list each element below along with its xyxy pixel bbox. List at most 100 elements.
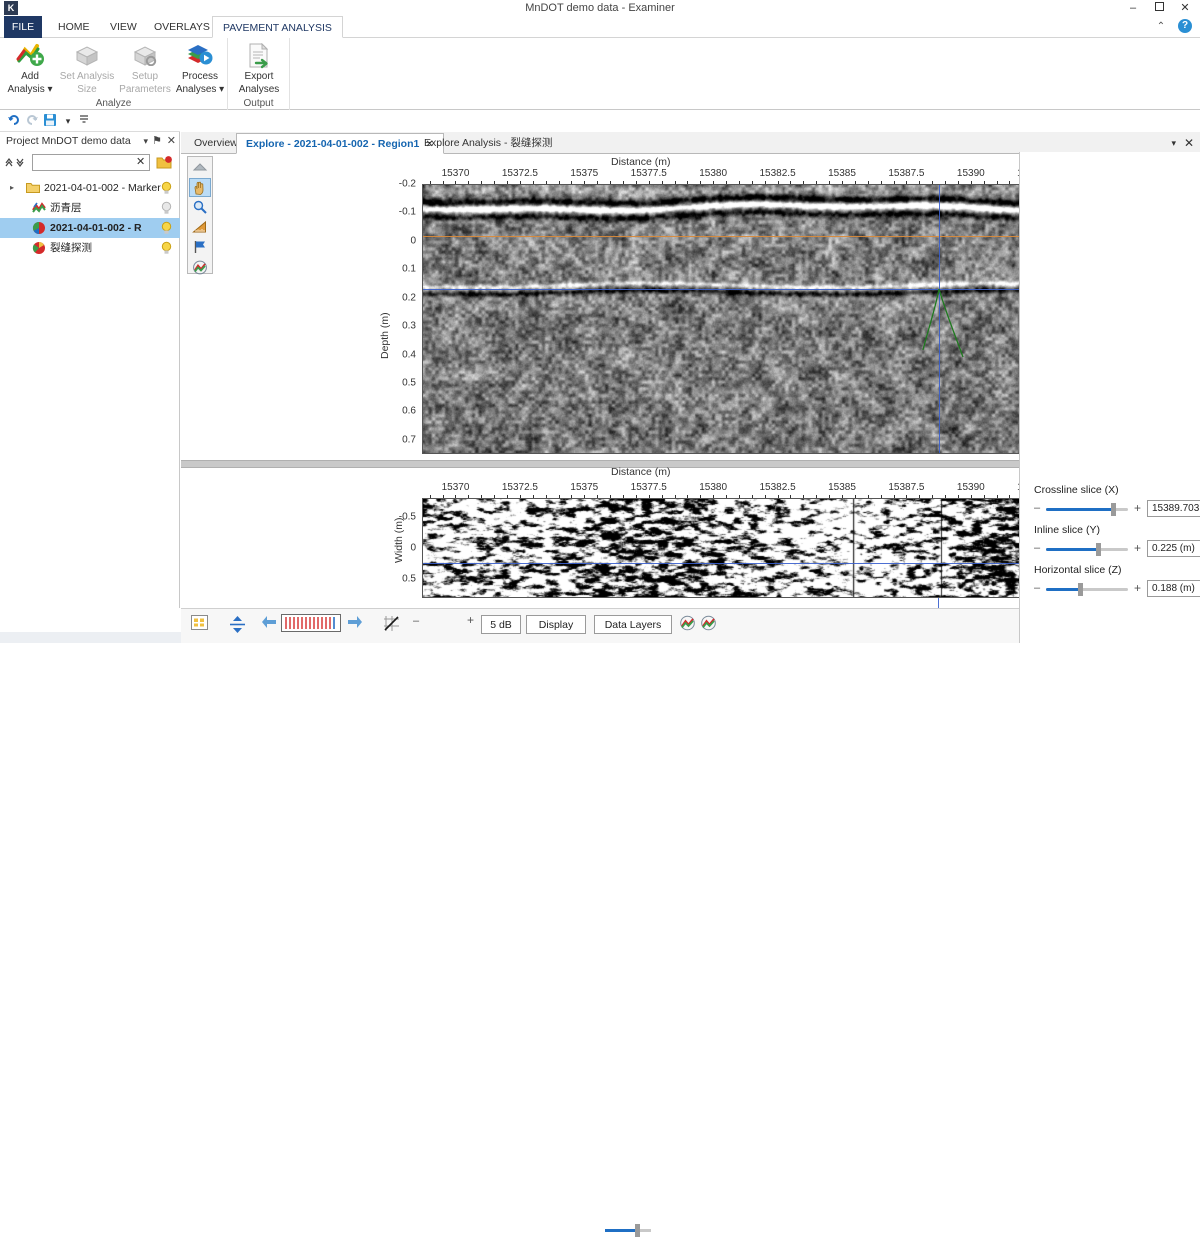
gain-increment-button[interactable]: + <box>467 613 474 627</box>
inline-value-field[interactable]: 0.225 (m) <box>1147 540 1200 557</box>
horizontal-slider-thumb[interactable] <box>1078 583 1083 596</box>
qat-dropdown-icon[interactable]: ▾ <box>60 113 76 129</box>
line-fit-icon[interactable] <box>383 615 400 635</box>
crossline-slider-fill <box>1046 508 1113 511</box>
tab-list-chevron-icon[interactable]: ▾ <box>1171 134 1176 152</box>
set-analysis-size-button[interactable]: Set Analysis Size <box>56 40 118 98</box>
qat-overflow-icon[interactable] <box>76 113 92 129</box>
visibility-bulb-icon[interactable] <box>161 181 172 195</box>
crack-detection-icon <box>32 241 46 255</box>
setup-parameters-button[interactable]: Setup Parameters <box>114 40 176 98</box>
x-tick-label: 15375 <box>570 482 598 493</box>
tab-explore-analysis[interactable]: Explore Analysis - 裂缝探测 <box>415 133 561 154</box>
x-tick-label: 15370 <box>442 168 470 179</box>
tab-explore-region1-label: Explore - 2021-04-01-002 - Region1 <box>246 138 419 150</box>
horizontal-decrement-button[interactable]: – <box>1034 582 1040 594</box>
pin-icon[interactable]: ⚑ <box>152 132 162 150</box>
y-tick-label: 0.1 <box>402 264 416 275</box>
redo-icon[interactable] <box>24 113 40 129</box>
project-panel-title: Project MnDOT demo data <box>6 135 131 147</box>
y-tick-label: 0 <box>410 543 416 554</box>
export-analyses-label-line1: Export <box>228 71 290 83</box>
ribbon-group-analyze-label: Analyze <box>0 98 227 109</box>
help-icon[interactable]: ? <box>1178 19 1192 33</box>
chevron-down-icon[interactable]: ▾ <box>143 132 148 150</box>
y-tick-label: 0.3 <box>402 321 416 332</box>
add-analysis-button[interactable]: Add Analysis ▾ <box>0 40 60 98</box>
data-layers-button[interactable]: Data Layers <box>594 615 672 634</box>
gain-decrement-button[interactable]: – <box>413 615 419 627</box>
x-tick-label: 15377.5 <box>631 168 667 179</box>
quick-access-toolbar: ▾ <box>0 110 180 132</box>
inline-slider-thumb[interactable] <box>1096 543 1101 556</box>
inline-increment-button[interactable]: + <box>1134 541 1141 555</box>
analysis-icon-2[interactable] <box>700 615 717 634</box>
tree-item-label: 2021-04-01-002 - R <box>50 218 142 238</box>
tab-view[interactable]: VIEW <box>100 16 147 38</box>
inline-decrement-button[interactable]: – <box>1034 542 1040 554</box>
maximize-button[interactable] <box>1146 0 1172 16</box>
tab-home[interactable]: HOME <box>48 16 100 38</box>
close-window-button[interactable]: ✕ <box>1172 0 1198 16</box>
tree-item-crack-detection[interactable]: 裂缝探测 <box>0 238 180 258</box>
clear-search-icon[interactable]: ✕ <box>136 155 145 168</box>
gain-slider-fill <box>605 1229 637 1232</box>
inline-slider-track[interactable] <box>1046 548 1128 551</box>
chevron-right-icon[interactable]: ▸ <box>10 178 14 198</box>
minimize-button[interactable]: – <box>1120 0 1146 16</box>
tab-pavement-analysis[interactable]: PAVEMENT ANALYSIS <box>212 16 343 38</box>
process-analyses-button[interactable]: Process Analyses ▾ <box>172 40 228 98</box>
setup-parameters-icon <box>114 40 176 70</box>
crossline-slider-thumb[interactable] <box>1111 503 1116 516</box>
x-tick-label: 15382.5 <box>760 168 796 179</box>
gain-slider-thumb[interactable] <box>635 1224 640 1237</box>
save-icon[interactable] <box>42 113 58 129</box>
bottom-toolbar: – + 5 dB Display Data Layers <box>181 608 1019 643</box>
cscan-y-tick-labels: -0.500.5 <box>386 498 416 598</box>
title-bar: K MnDOT demo data - Examiner – ✕ <box>0 0 1200 16</box>
crossline-increment-button[interactable]: + <box>1134 501 1141 515</box>
y-tick-label: -0.1 <box>399 207 416 218</box>
set-analysis-size-label-line2: Size <box>56 84 118 96</box>
tab-explore-region1[interactable]: Explore - 2021-04-01-002 - Region1✕ <box>236 133 444 154</box>
trace-strip-indicator[interactable] <box>281 614 341 635</box>
document-tab-strip: Overview Explore - 2021-04-01-002 - Regi… <box>181 132 1200 154</box>
vertical-flip-icon[interactable] <box>229 615 246 637</box>
horizontal-value-field[interactable]: 0.188 (m) <box>1147 580 1200 597</box>
visibility-bulb-icon[interactable] <box>161 221 172 235</box>
next-trace-button[interactable] <box>347 615 363 632</box>
horizontal-increment-button[interactable]: + <box>1134 581 1141 595</box>
gain-value-field[interactable]: 5 dB <box>481 615 521 634</box>
y-tick-label: 0.7 <box>402 434 416 445</box>
tab-file[interactable]: FILE <box>4 16 42 38</box>
crossline-slider-track[interactable] <box>1046 508 1128 511</box>
export-analyses-button[interactable]: Export Analyses <box>228 40 290 98</box>
grid-view-icon[interactable] <box>191 615 208 633</box>
asphalt-layer-icon <box>32 201 46 215</box>
export-analyses-icon <box>228 40 290 70</box>
close-icon[interactable]: ✕ <box>167 132 176 150</box>
chevron-up-icon[interactable]: ⌃ <box>1152 18 1170 36</box>
bottom-left-fill <box>0 632 181 643</box>
horizontal-slider-track[interactable] <box>1046 588 1128 591</box>
crossline-decrement-button[interactable]: – <box>1034 502 1040 514</box>
previous-trace-button[interactable] <box>261 615 277 632</box>
visibility-bulb-icon[interactable] <box>161 201 172 215</box>
gain-slider-track[interactable] <box>605 1229 651 1232</box>
tab-strip-close-icon[interactable]: ✕ <box>1184 134 1194 152</box>
undo-icon[interactable] <box>6 113 22 129</box>
search-input[interactable] <box>32 154 150 171</box>
display-button[interactable]: Display <box>526 615 586 634</box>
tree-item-marker[interactable]: ▸ 2021-04-01-002 - Marker <box>0 178 180 198</box>
inline-slice-label: Inline slice (Y) <box>1034 524 1194 536</box>
tree-item-asphalt-layer[interactable]: 沥青层 <box>0 198 180 218</box>
add-folder-icon[interactable] <box>156 155 173 170</box>
expand-collapse-icons[interactable] <box>4 155 26 170</box>
analysis-icon-1[interactable] <box>679 615 696 634</box>
tab-overlays[interactable]: OVERLAYS <box>144 16 220 38</box>
cscan-x-axis-title: Distance (m) <box>611 466 671 478</box>
add-analysis-label-line1: Add <box>0 71 60 83</box>
visibility-bulb-icon[interactable] <box>161 241 172 255</box>
crossline-value-field[interactable]: 15389.703 (m) <box>1147 500 1200 517</box>
tree-item-region-selected[interactable]: 2021-04-01-002 - R <box>0 218 180 238</box>
